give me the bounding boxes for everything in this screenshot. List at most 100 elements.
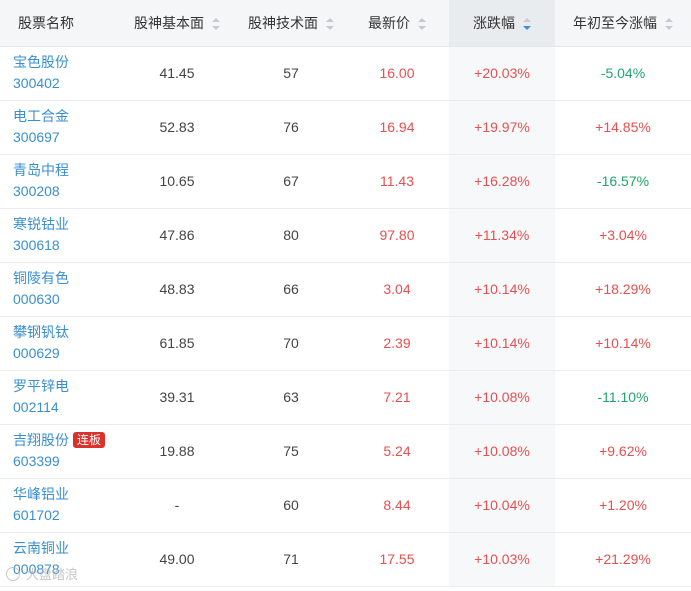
stock-code-link[interactable]: 601702 (13, 505, 117, 526)
stock-name-text: 云南铜业 (13, 540, 69, 556)
ytd-change: +14.85% (555, 100, 691, 155)
fundamental-score: 48.83 (117, 262, 237, 317)
stock-name-link[interactable]: 攀钢钒钛 (13, 322, 117, 343)
change-percent: +19.97% (449, 100, 555, 155)
sort-icon[interactable] (212, 18, 220, 31)
stock-name-link[interactable]: 电工合金 (13, 106, 117, 127)
stock-name-link[interactable]: 寒锐钴业 (13, 214, 117, 235)
ytd-change: +18.29% (555, 262, 691, 317)
ytd-change: +3.04% (555, 208, 691, 263)
table-row[interactable]: 铜陵有色 000630 48.83 66 3.04 +10.14% +18.29% (0, 262, 691, 317)
change-percent: +10.14% (449, 262, 555, 317)
stock-name-link[interactable]: 云南铜业 (13, 538, 117, 559)
latest-price: 7.21 (345, 370, 449, 425)
header-latest-price[interactable]: 最新价 (345, 0, 449, 47)
fundamental-score: 10.65 (117, 154, 237, 209)
sort-desc-icon[interactable] (523, 18, 531, 31)
latest-price: 2.39 (345, 316, 449, 371)
technical-score: 67 (237, 154, 345, 209)
stock-name-cell: 寒锐钴业 300618 (0, 208, 117, 263)
stock-code-link[interactable]: 603399 (13, 451, 117, 472)
latest-price: 16.94 (345, 100, 449, 155)
stock-name-cell: 罗平锌电 002114 (0, 370, 117, 425)
stock-name-text: 华峰铝业 (13, 486, 69, 502)
header-technical-label: 股神技术面 (248, 14, 318, 31)
stock-name-link[interactable]: 铜陵有色 (13, 268, 117, 289)
ytd-change: -5.04% (555, 46, 691, 101)
stock-code-link[interactable]: 300618 (13, 235, 117, 256)
stock-code-link[interactable]: 300697 (13, 127, 117, 148)
table-row[interactable]: 罗平锌电 002114 39.31 63 7.21 +10.08% -11.10% (0, 370, 691, 425)
table-row[interactable]: 宝色股份 300402 41.45 57 16.00 +20.03% -5.04% (0, 46, 691, 101)
sort-icon[interactable] (665, 18, 673, 31)
table-row[interactable]: 青岛中程 300208 10.65 67 11.43 +16.28% -16.57% (0, 154, 691, 209)
header-change-pct-label: 涨跌幅 (473, 14, 515, 31)
stock-name-text: 青岛中程 (13, 162, 69, 178)
stock-code-link[interactable]: 000878 (13, 559, 117, 580)
consecutive-limit-badge: 连板 (73, 432, 106, 448)
table-row[interactable]: 攀钢钒钛 000629 61.85 70 2.39 +10.14% +10.14% (0, 316, 691, 371)
stock-name-cell: 青岛中程 300208 (0, 154, 117, 209)
ytd-change: -16.57% (555, 154, 691, 209)
technical-score: 80 (237, 208, 345, 263)
fundamental-score: 39.31 (117, 370, 237, 425)
stock-name-link[interactable]: 青岛中程 (13, 160, 117, 181)
technical-score: 60 (237, 478, 345, 533)
table-body: 宝色股份 300402 41.45 57 16.00 +20.03% -5.04% 电工合金 3… (0, 46, 691, 587)
change-percent: +11.34% (449, 208, 555, 263)
table-row[interactable]: 华峰铝业 601702-60 8.44 +10.04% +1.20% (0, 478, 691, 533)
ytd-change: +9.62% (555, 424, 691, 479)
header-fundamental-label: 股神基本面 (134, 14, 204, 31)
table-row[interactable]: 电工合金 300697 52.83 76 16.94 +19.97% +14.85% (0, 100, 691, 155)
sort-icon[interactable] (418, 18, 426, 31)
table-row[interactable]: 寒锐钴业 300618 47.86 80 97.80 +11.34% +3.04% (0, 208, 691, 263)
stock-name-cell: 华峰铝业 601702 (0, 478, 117, 533)
change-percent: +10.04% (449, 478, 555, 533)
stock-name-link[interactable]: 吉翔股份 连板 (13, 430, 117, 451)
fundamental-score: - (117, 478, 237, 533)
stock-name-text: 铜陵有色 (13, 270, 69, 286)
ytd-change: +21.29% (555, 532, 691, 587)
stock-name-text: 罗平锌电 (13, 378, 69, 394)
technical-score: 71 (237, 532, 345, 587)
stock-code-link[interactable]: 002114 (13, 397, 117, 418)
stock-code-link[interactable]: 300208 (13, 181, 117, 202)
stock-name-text: 宝色股份 (13, 54, 69, 70)
fundamental-score: 41.45 (117, 46, 237, 101)
latest-price: 5.24 (345, 424, 449, 479)
table-header-row: 股票名称 股神基本面 股神技术面 最新价 涨跌幅 年初至今涨幅 (0, 0, 691, 47)
change-percent: +10.03% (449, 532, 555, 587)
latest-price: 11.43 (345, 154, 449, 209)
fundamental-score: 52.83 (117, 100, 237, 155)
latest-price: 3.04 (345, 262, 449, 317)
header-ytd-change-label: 年初至今涨幅 (573, 14, 657, 31)
table-row[interactable]: 云南铜业 000878 49.00 71 17.55 +10.03% +21.29% (0, 532, 691, 587)
stock-name-text: 电工合金 (13, 108, 69, 124)
ytd-change: +1.20% (555, 478, 691, 533)
stock-name-cell: 宝色股份 300402 (0, 46, 117, 101)
sort-icon[interactable] (326, 18, 334, 31)
header-technical[interactable]: 股神技术面 (237, 0, 345, 47)
stock-name-cell: 电工合金 300697 (0, 100, 117, 155)
stock-name-link[interactable]: 华峰铝业 (13, 484, 117, 505)
header-fundamental[interactable]: 股神基本面 (117, 0, 237, 47)
stock-code-link[interactable]: 300402 (13, 73, 117, 94)
header-stock-name: 股票名称 (0, 0, 117, 47)
stock-name-text: 攀钢钒钛 (13, 324, 69, 340)
technical-score: 76 (237, 100, 345, 155)
ytd-change: -11.10% (555, 370, 691, 425)
stock-name-link[interactable]: 宝色股份 (13, 52, 117, 73)
header-change-pct[interactable]: 涨跌幅 (449, 0, 555, 47)
ytd-change: +10.14% (555, 316, 691, 371)
table-row[interactable]: 吉翔股份 连板 603399 19.88 75 5.24 +10.08% +9.62% (0, 424, 691, 479)
stock-name-text: 吉翔股份 (13, 432, 69, 448)
stock-name-link[interactable]: 罗平锌电 (13, 376, 117, 397)
latest-price: 16.00 (345, 46, 449, 101)
technical-score: 66 (237, 262, 345, 317)
stock-name-cell: 吉翔股份 连板 603399 (0, 424, 117, 479)
header-ytd-change[interactable]: 年初至今涨幅 (555, 0, 691, 47)
fundamental-score: 19.88 (117, 424, 237, 479)
stock-code-link[interactable]: 000630 (13, 289, 117, 310)
stock-name-cell: 攀钢钒钛 000629 (0, 316, 117, 371)
stock-code-link[interactable]: 000629 (13, 343, 117, 364)
